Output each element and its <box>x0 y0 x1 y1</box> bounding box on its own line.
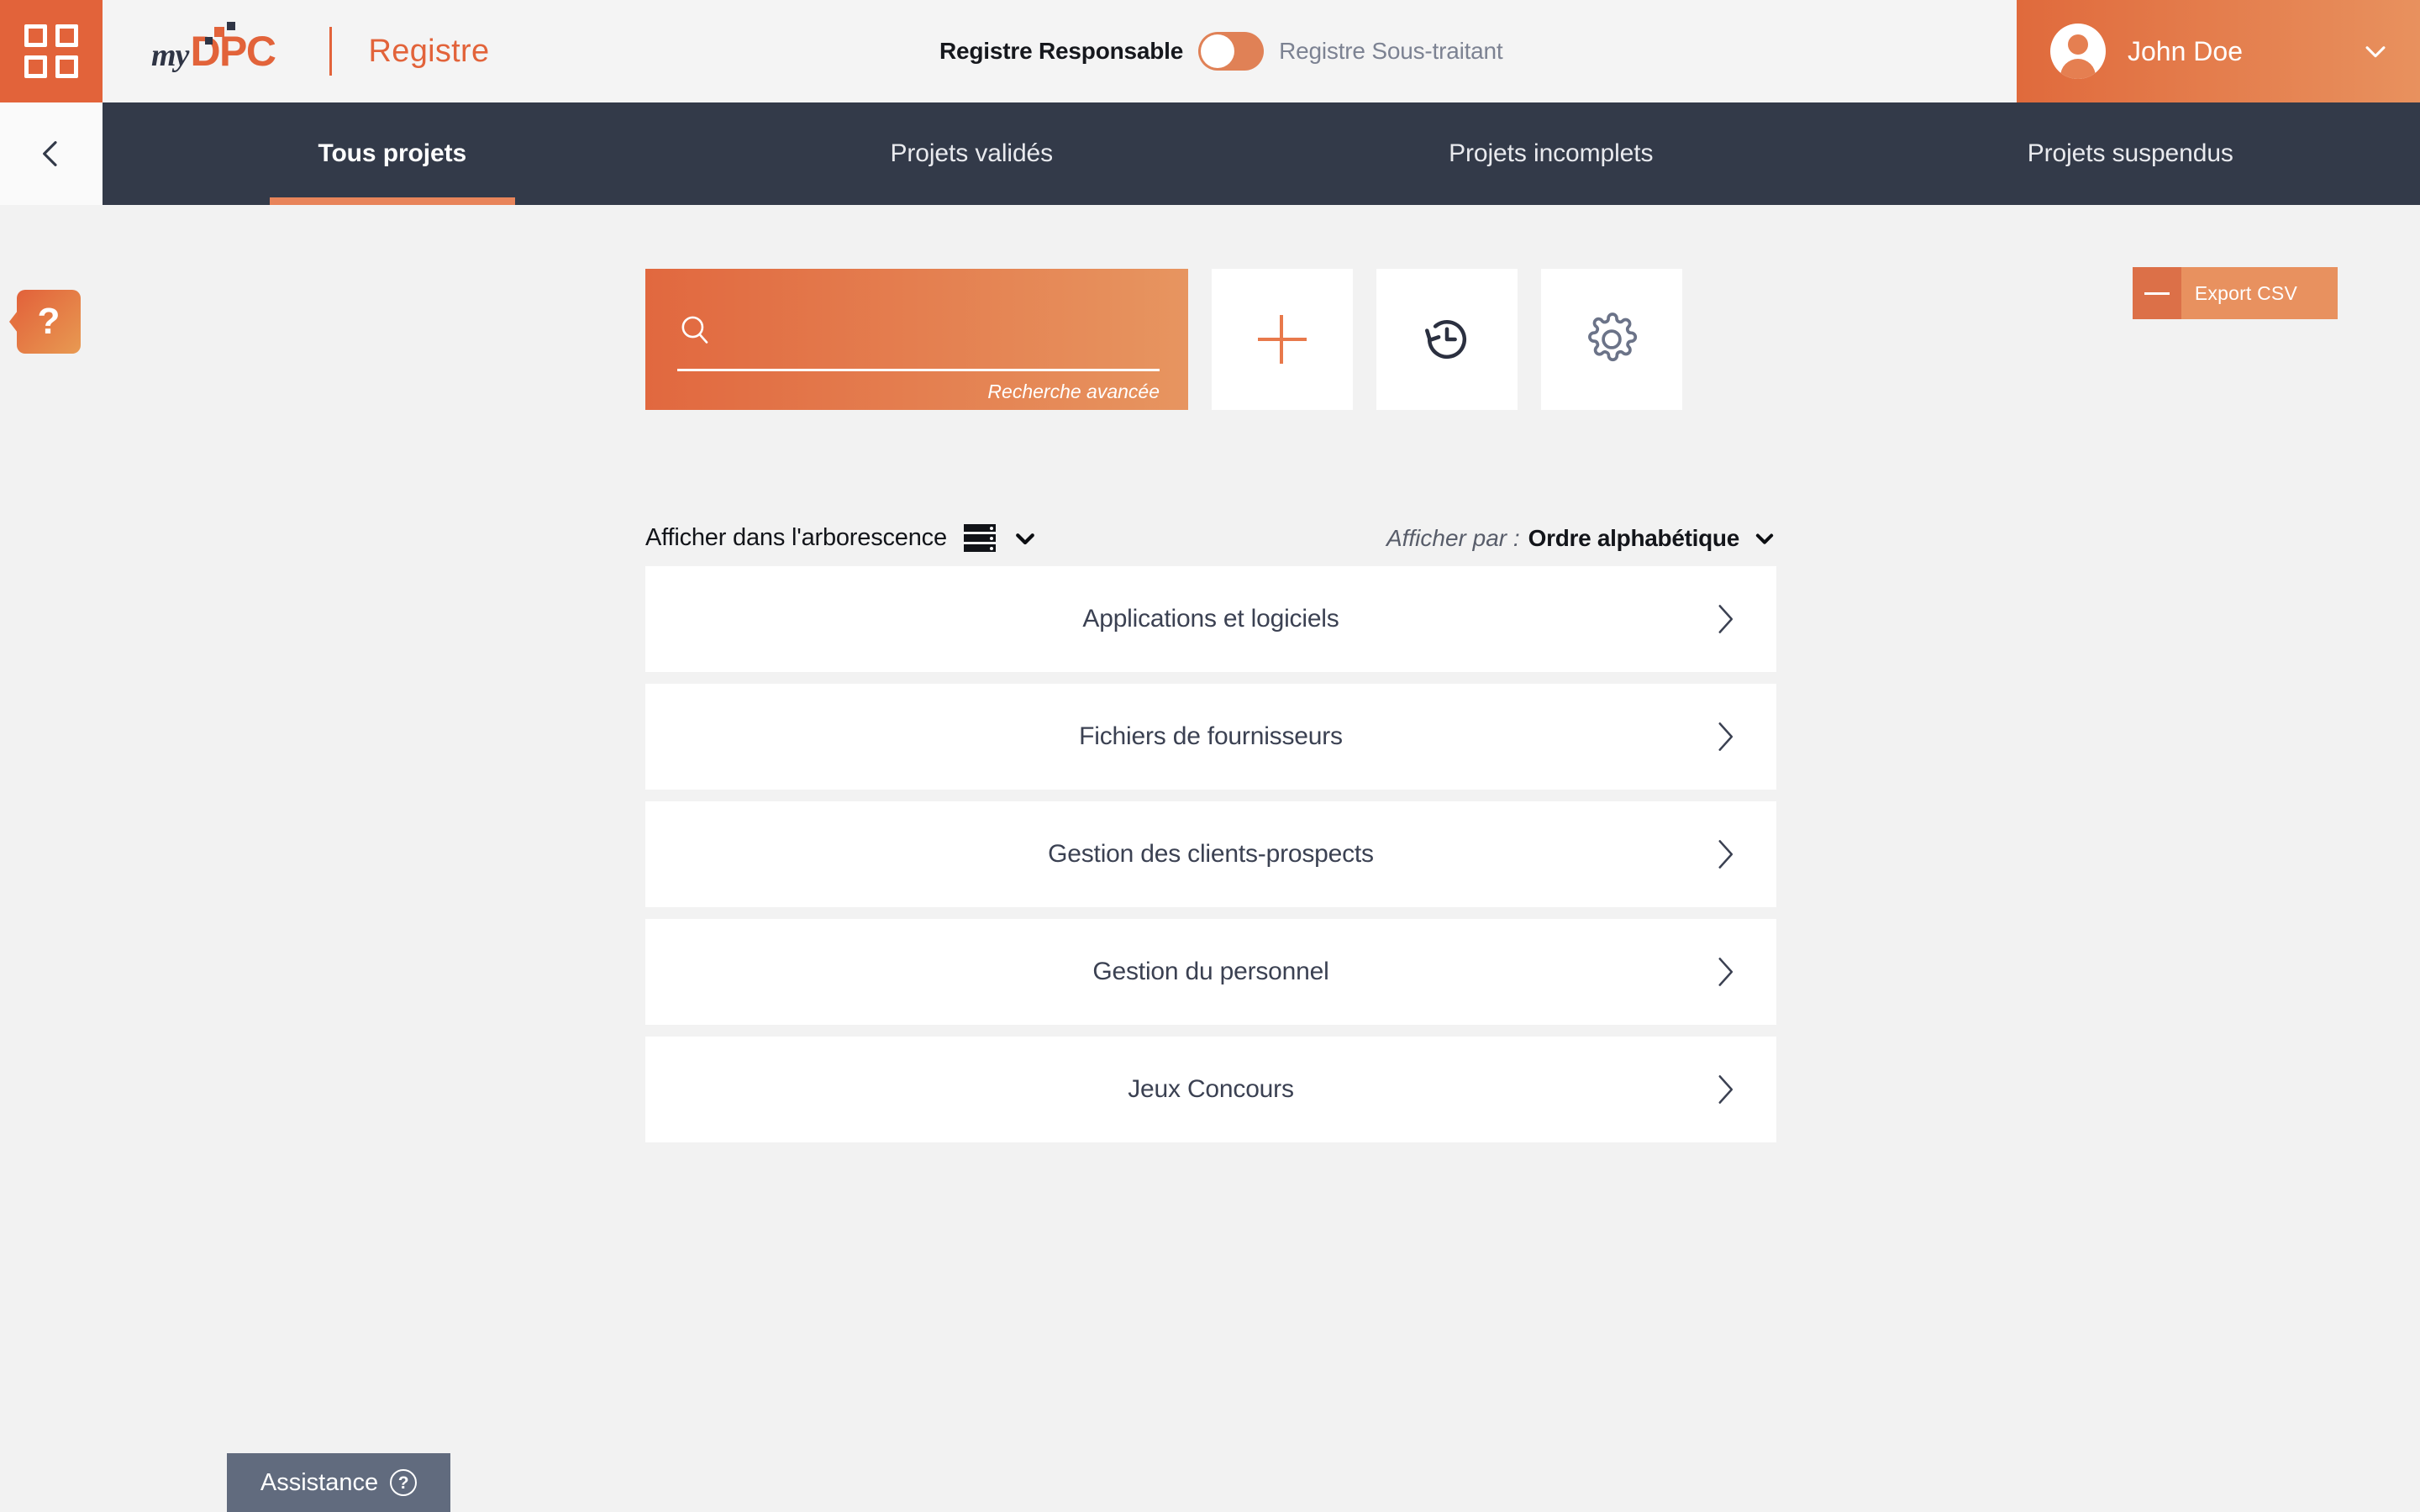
tree-view-label: Afficher dans l'arborescence <box>645 524 947 551</box>
export-icon-area <box>2132 267 2181 319</box>
tab-tous-projets[interactable]: Tous projets <box>103 102 682 205</box>
plus-icon <box>1258 315 1307 364</box>
apps-grid-icon <box>24 24 78 78</box>
advanced-search-link[interactable]: Recherche avancée <box>987 381 1160 403</box>
chevron-left-icon <box>43 141 57 166</box>
nav-tabs: Tous projets Projets validés Projets inc… <box>103 102 2420 205</box>
assistance-button[interactable]: Assistance ? <box>227 1453 450 1512</box>
history-clock-icon <box>1424 319 1467 360</box>
export-csv-button[interactable]: Export CSV <box>2132 267 2338 319</box>
list-item-label: Gestion du personnel <box>1092 958 1329 985</box>
sort-selector[interactable]: Afficher par : Ordre alphabétique <box>1386 525 1776 552</box>
search-input[interactable] <box>736 309 1158 360</box>
registre-mode-switch: Registre Responsable Registre Sous-trait… <box>939 0 1503 102</box>
main-content: Recherche avancée Export CSV Afficher da… <box>0 205 2420 1512</box>
back-button[interactable] <box>0 102 103 205</box>
question-circle-icon: ? <box>390 1469 418 1496</box>
tab-label: Tous projets <box>318 139 467 167</box>
list-item-label: Jeux Concours <box>1128 1075 1294 1103</box>
brand-divider <box>329 27 332 76</box>
sort-prefix-label: Afficher par : <box>1386 524 1520 551</box>
tab-projets-suspendus[interactable]: Projets suspendus <box>1841 102 2420 205</box>
mydpc-logo[interactable]: my DPC <box>151 22 276 76</box>
apps-launcher-button[interactable] <box>0 0 103 102</box>
assistance-label: Assistance <box>260 1468 379 1496</box>
gear-icon <box>1588 312 1638 362</box>
filter-row: Afficher dans l'arborescence Afficher pa… <box>645 524 1776 552</box>
chevron-right-icon <box>1718 840 1733 869</box>
dash-icon <box>2144 291 2170 295</box>
list-item-label: Fichiers de fournisseurs <box>1079 722 1343 750</box>
tab-projets-incomplets[interactable]: Projets incomplets <box>1261 102 1841 205</box>
brand-area: my DPC Registre <box>103 0 489 102</box>
list-item[interactable]: Applications et logiciels <box>645 566 1776 672</box>
project-category-list: Applications et logiciels Fichiers de fo… <box>645 566 1776 1154</box>
logo-my-text: my <box>151 38 189 73</box>
list-item[interactable]: Jeux Concours <box>645 1037 1776 1142</box>
search-icon <box>677 312 713 352</box>
chevron-down-icon <box>2365 46 2386 58</box>
registre-toggle[interactable] <box>1198 32 1265 71</box>
search-box[interactable]: Recherche avancée <box>645 269 1188 410</box>
user-menu[interactable]: John Doe <box>2017 0 2420 102</box>
tab-label: Projets suspendus <box>2027 139 2233 167</box>
logo-dots-icon <box>205 22 239 47</box>
chevron-down-icon <box>1016 533 1034 544</box>
chevron-right-icon <box>1718 958 1733 986</box>
search-underline <box>677 369 1160 371</box>
tree-view-toggle[interactable]: Afficher dans l'arborescence <box>645 524 1038 552</box>
tab-label: Projets validés <box>890 139 1054 167</box>
chevron-down-icon <box>1755 533 1774 544</box>
tab-projets-valides[interactable]: Projets validés <box>682 102 1262 205</box>
list-rows-icon <box>963 524 996 552</box>
list-item-label: Applications et logiciels <box>1082 605 1339 633</box>
user-name: John Doe <box>2128 35 2243 66</box>
sort-value-label: Ordre alphabétique <box>1528 524 1740 551</box>
chevron-right-icon <box>1718 1075 1733 1104</box>
tab-label: Projets incomplets <box>1449 139 1654 167</box>
list-item-label: Gestion des clients-prospects <box>1048 840 1374 868</box>
settings-button[interactable] <box>1541 269 1682 410</box>
chevron-right-icon <box>1718 605 1733 633</box>
page-title: Registre <box>368 33 490 69</box>
top-bar: my DPC Registre Registre Responsable Reg… <box>0 0 2420 102</box>
export-csv-label: Export CSV <box>2181 267 2338 319</box>
toggle-knob <box>1201 34 1235 68</box>
switch-label-responsable[interactable]: Registre Responsable <box>939 38 1183 65</box>
switch-label-soustraitant[interactable]: Registre Sous-traitant <box>1279 38 1503 65</box>
chevron-right-icon <box>1718 722 1733 751</box>
list-item[interactable]: Gestion des clients-prospects <box>645 801 1776 907</box>
add-button[interactable] <box>1212 269 1353 410</box>
toolbar: Recherche avancée <box>645 269 1682 410</box>
list-item[interactable]: Fichiers de fournisseurs <box>645 684 1776 790</box>
nav-bar: Tous projets Projets validés Projets inc… <box>0 102 2420 205</box>
avatar <box>2050 24 2106 79</box>
history-button[interactable] <box>1376 269 1518 410</box>
list-item[interactable]: Gestion du personnel <box>645 919 1776 1025</box>
